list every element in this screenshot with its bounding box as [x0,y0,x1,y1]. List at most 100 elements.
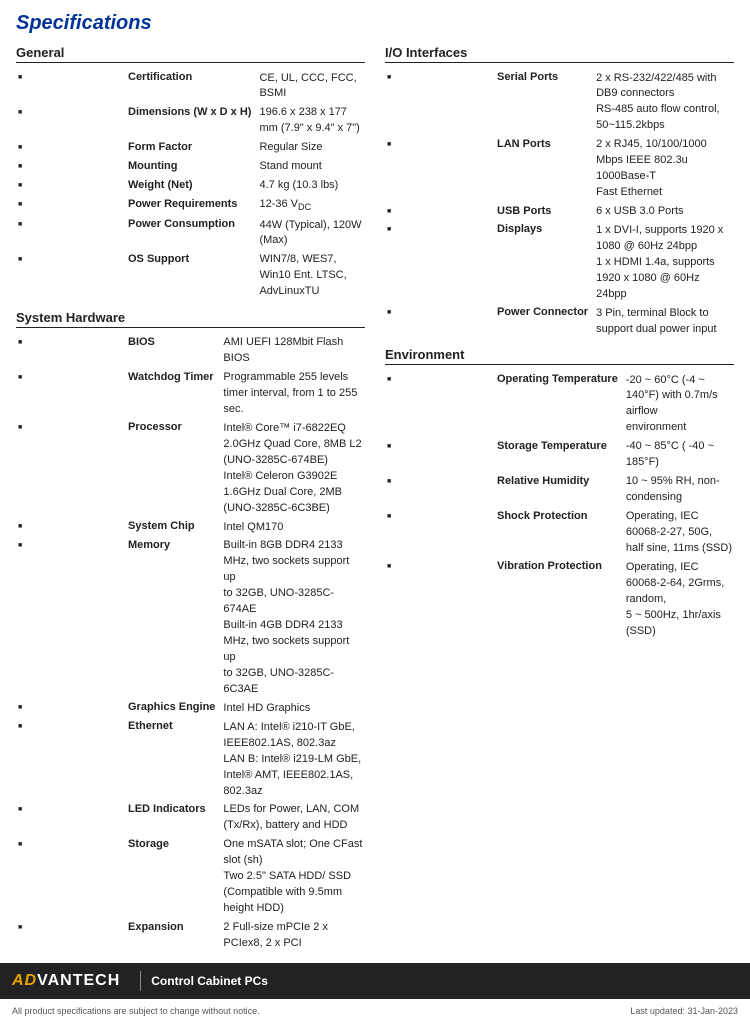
bullet-cell: ■ [16,334,126,369]
bullet-cell: ■ [385,508,495,559]
spec-label: Vibration Protection [495,558,624,641]
table-row: ■MemoryBuilt-in 8GB DDR4 2133 MHz, two s… [16,537,365,699]
bullet-cell: ■ [16,518,126,537]
spec-value: 2 x RS-232/422/485 with DB9 connectorsRS… [594,69,734,136]
bullet-cell: ■ [16,177,126,196]
system-table: ■BIOSAMI UEFI 128Mbit Flash BIOS■Watchdo… [16,334,365,954]
section-general-title: General [16,45,365,63]
spec-value: 44W (Typical), 120W (Max) [257,216,365,251]
spec-value: Regular Size [257,139,365,158]
general-table: ■CertificationCE, UL, CCC, FCC, BSMI■Dim… [16,69,365,302]
table-row: ■ProcessorIntel® Core™ i7-6822EQ 2.0GHz … [16,419,365,518]
footer-bar: ADVANTECH Control Cabinet PCs [0,963,750,999]
right-column: I/O Interfaces ■Serial Ports2 x RS-232/4… [385,45,734,953]
spec-label: OS Support [126,251,257,302]
table-row: ■USB Ports6 x USB 3.0 Ports [385,203,734,222]
bullet-cell: ■ [16,919,126,954]
spec-label: Displays [495,221,594,304]
table-row: ■Power Requirements12-36 VDC [16,196,365,216]
spec-value: 1 x DVI-I, supports 1920 x 1080 @ 60Hz 2… [594,221,734,304]
footer-subtitle: Control Cabinet PCs [151,974,268,988]
spec-label: Power Connector [495,304,594,339]
spec-value: One mSATA slot; One CFast slot (sh)Two 2… [221,836,365,919]
table-row: ■StorageOne mSATA slot; One CFast slot (… [16,836,365,919]
bullet-cell: ■ [16,139,126,158]
spec-label: Mounting [126,158,257,177]
table-row: ■Form FactorRegular Size [16,139,365,158]
bullet-cell: ■ [16,801,126,836]
spec-value: Intel HD Graphics [221,699,365,718]
spec-value: Programmable 255 levels timer interval, … [221,369,365,420]
spec-value: 2 Full-size mPCIe 2 x PCIex8, 2 x PCI [221,919,365,954]
spec-value: AMI UEFI 128Mbit Flash BIOS [221,334,365,369]
spec-value: Operating, IEC 60068-2-27, 50G, half sin… [624,508,734,559]
spec-value: -20 ~ 60°C (-4 ~ 140°F) with 0.7m/s airf… [624,371,734,438]
spec-label: Power Requirements [126,196,257,216]
bullet-cell: ■ [16,699,126,718]
spec-label: Ethernet [126,718,221,801]
table-row: ■LAN Ports2 x RJ45, 10/100/1000 Mbps IEE… [385,136,734,203]
table-row: ■Power Consumption44W (Typical), 120W (M… [16,216,365,251]
spec-label: Power Consumption [126,216,257,251]
table-row: ■Displays1 x DVI-I, supports 1920 x 1080… [385,221,734,304]
table-row: ■Power Connector3 Pin, terminal Block to… [385,304,734,339]
table-row: ■BIOSAMI UEFI 128Mbit Flash BIOS [16,334,365,369]
spec-label: Form Factor [126,139,257,158]
spec-label: Dimensions (W x D x H) [126,104,257,139]
table-row: ■Operating Temperature-20 ~ 60°C (-4 ~ 1… [385,371,734,438]
spec-value: 2 x RJ45, 10/100/1000 Mbps IEEE 802.3u 1… [594,136,734,203]
table-row: ■Serial Ports2 x RS-232/422/485 with DB9… [385,69,734,136]
table-row: ■Weight (Net)4.7 kg (10.3 lbs) [16,177,365,196]
table-row: ■Storage Temperature-40 ~ 85°C ( -40 ~ 1… [385,438,734,473]
bullet-cell: ■ [16,196,126,216]
table-row: ■Vibration ProtectionOperating, IEC 6006… [385,558,734,641]
section-system-title: System Hardware [16,310,365,328]
footer-note: All product specifications are subject t… [0,1003,750,1019]
bullet-cell: ■ [385,221,495,304]
spec-label: Serial Ports [495,69,594,136]
bullet-cell: ■ [16,537,126,699]
spec-label: Storage Temperature [495,438,624,473]
table-row: ■Expansion2 Full-size mPCIe 2 x PCIex8, … [16,919,365,954]
spec-label: Storage [126,836,221,919]
spec-value: Operating, IEC 60068-2-64, 2Grms, random… [624,558,734,641]
spec-label: LAN Ports [495,136,594,203]
spec-label: Certification [126,69,257,104]
spec-value: Built-in 8GB DDR4 2133 MHz, two sockets … [221,537,365,699]
page-title: Specifications [16,12,734,35]
section-io-title: I/O Interfaces [385,45,734,63]
content-columns: General ■CertificationCE, UL, CCC, FCC, … [16,45,734,953]
spec-label: Memory [126,537,221,699]
brand-logo: ADVANTECH [12,972,120,990]
bullet-cell: ■ [16,104,126,139]
bullet-cell: ■ [16,718,126,801]
bullet-cell: ■ [16,158,126,177]
spec-value: CE, UL, CCC, FCC, BSMI [257,69,365,104]
page-wrapper: Specifications General ■CertificationCE,… [0,0,750,1019]
table-row: ■LED IndicatorsLEDs for Power, LAN, COM … [16,801,365,836]
spec-label: BIOS [126,334,221,369]
bullet-cell: ■ [16,369,126,420]
table-row: ■Graphics EngineIntel HD Graphics [16,699,365,718]
bullet-cell: ■ [385,371,495,438]
bullet-cell: ■ [16,216,126,251]
bullet-cell: ■ [16,69,126,104]
spec-value: WIN7/8, WES7, Win10 Ent. LTSC, AdvLinuxT… [257,251,365,302]
spec-value: 6 x USB 3.0 Ports [594,203,734,222]
table-row: ■Dimensions (W x D x H)196.6 x 238 x 177… [16,104,365,139]
spec-value: 3 Pin, terminal Block to support dual po… [594,304,734,339]
spec-label: Watchdog Timer [126,369,221,420]
spec-value: Intel QM170 [221,518,365,537]
spec-label: Relative Humidity [495,473,624,508]
spec-label: LED Indicators [126,801,221,836]
brand-adv: AD [12,972,37,990]
spec-label: System Chip [126,518,221,537]
table-row: ■Relative Humidity10 ~ 95% RH, non-conde… [385,473,734,508]
brand-vantech: VANTECH [37,972,120,990]
spec-value: 196.6 x 238 x 177 mm (7.9" x 9.4" x 7") [257,104,365,139]
table-row: ■System ChipIntel QM170 [16,518,365,537]
spec-label: Weight (Net) [126,177,257,196]
footer-note-right: Last updated: 31-Jan-2023 [630,1006,738,1016]
bullet-cell: ■ [385,304,495,339]
table-row: ■OS SupportWIN7/8, WES7, Win10 Ent. LTSC… [16,251,365,302]
